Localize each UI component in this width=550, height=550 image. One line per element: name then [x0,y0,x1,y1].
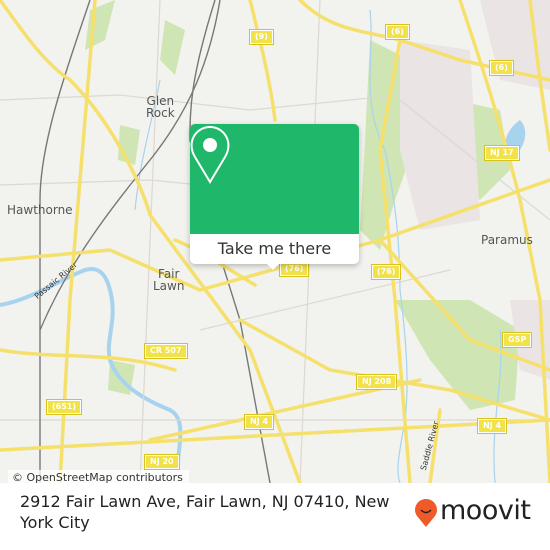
take-me-there-popup[interactable]: Take me there [190,124,359,270]
route-shield: NJ 20 [144,454,180,470]
moovit-pin-icon [415,499,437,527]
route-shield: (651) [45,399,83,415]
take-me-there-button[interactable]: Take me there [190,234,359,264]
place-label-paramus: Paramus [481,233,533,247]
route-shield: NJ 4 [243,414,275,430]
footer: 2912 Fair Lawn Ave, Fair Lawn, NJ 07410,… [0,483,550,550]
place-label-glen-rock: Glen Rock [146,94,175,120]
route-shield: NJ 17 [484,145,520,161]
route-shield: CR 507 [144,343,188,359]
moovit-wordmark: moovit [440,495,531,526]
route-shield: (76) [278,261,310,277]
address-text: 2912 Fair Lawn Ave, Fair Lawn, NJ 07410,… [20,492,390,532]
popup-header [190,124,359,234]
map-attribution[interactable]: © OpenStreetMap contributors [8,470,189,483]
location-pin-icon [190,125,230,184]
route-shield: NJ 208 [355,374,398,390]
route-shield: (76) [370,264,402,280]
place-label-fair-lawn: Fair Lawn [153,267,185,293]
route-shield: (6) [385,24,410,40]
route-shield: GSP [501,332,533,348]
place-label-hawthorne: Hawthorne [7,203,73,217]
map-view[interactable]: Glen Rock Hawthorne Fair Lawn Paramus Pa… [0,0,550,483]
popup-pointer [264,261,282,270]
route-shield: (6) [489,60,514,76]
route-shield: NJ 4 [476,418,508,434]
route-shield: (9) [249,29,274,45]
